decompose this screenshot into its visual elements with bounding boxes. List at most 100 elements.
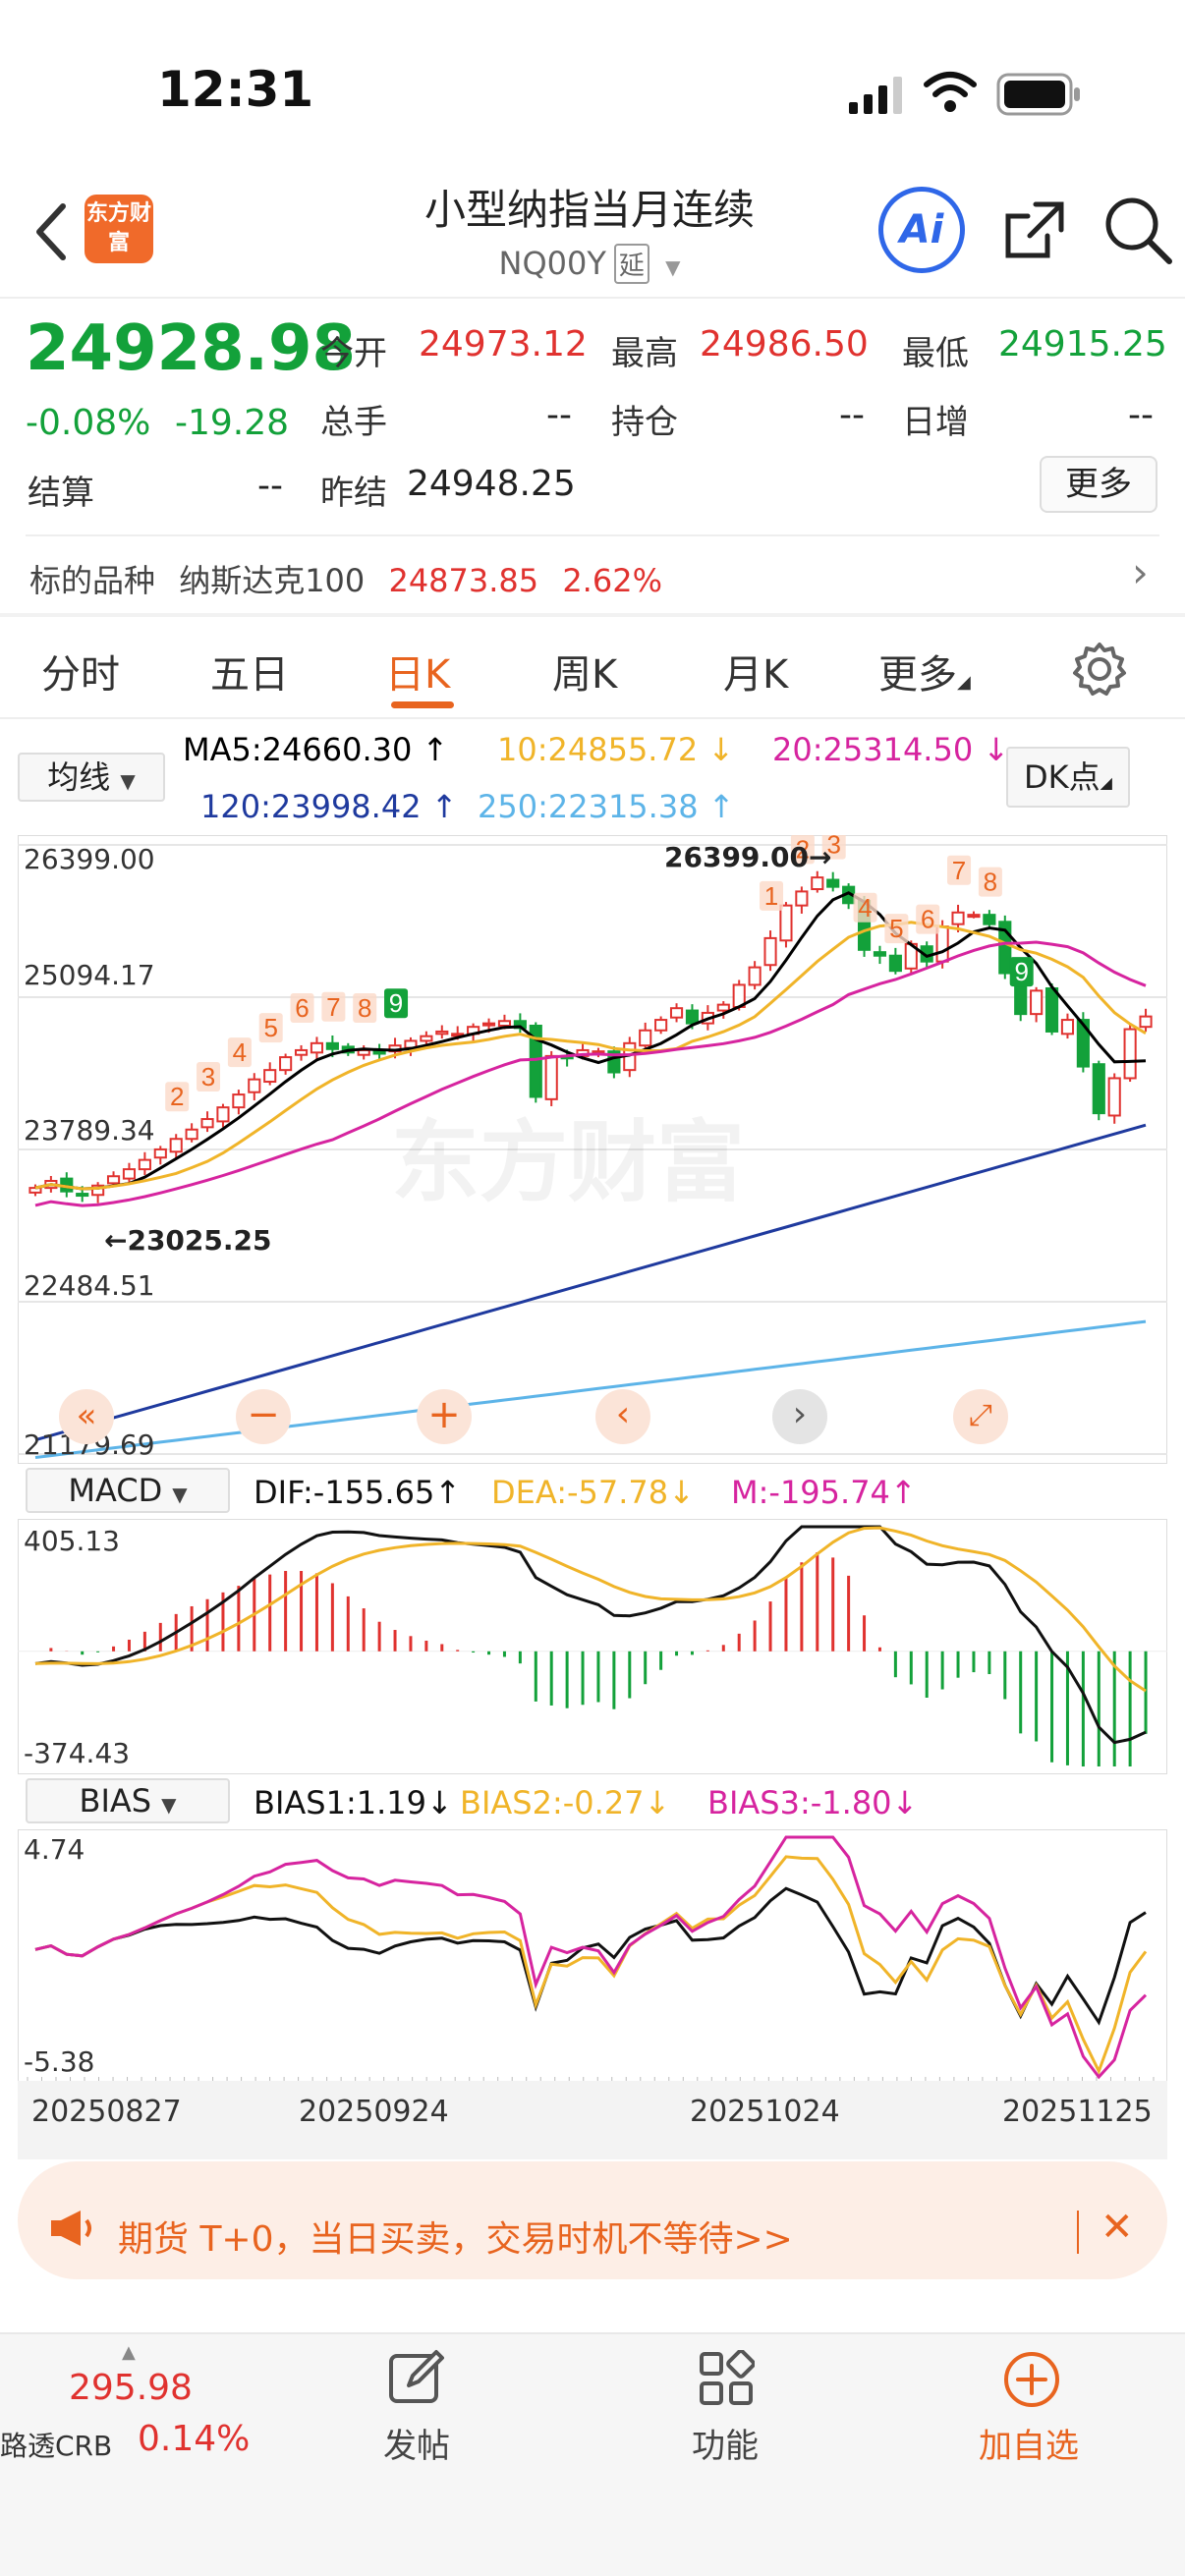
add-watchlist-label[interactable]: 加自选	[979, 2419, 1079, 2467]
ma10-value: 10:24855.72 ↓	[497, 731, 735, 768]
td-sequence-label: 5	[889, 914, 903, 943]
bias1: BIAS1:1.19↓	[254, 1784, 453, 1821]
settle-value: --	[257, 466, 283, 506]
candle-body	[279, 1056, 293, 1072]
tab-weekly-k[interactable]: 周K	[552, 643, 617, 700]
macd-ymax: 405.13	[24, 1525, 120, 1557]
scroll-left-button[interactable]: ‹	[595, 1389, 650, 1444]
candle-body	[200, 1118, 214, 1129]
td-sequence-label: 3	[201, 1062, 215, 1092]
function-button[interactable]	[698, 2349, 756, 2407]
macd-select[interactable]: MACD ▼	[26, 1468, 230, 1513]
fullscreen-button[interactable]: ⤢	[953, 1389, 1008, 1444]
post-label[interactable]: 发帖	[383, 2419, 450, 2467]
candle-body	[1030, 989, 1044, 1016]
candle-body	[716, 1003, 730, 1012]
ma10-text: 10:24855.72	[497, 731, 699, 768]
post-button[interactable]	[385, 2348, 446, 2409]
search-icon	[1105, 197, 1172, 264]
td-sequence-label: 8	[358, 993, 371, 1023]
candle-body	[669, 1007, 684, 1019]
td-sequence-label: 8	[984, 868, 997, 897]
high-label: 最高	[611, 334, 678, 373]
prev-settle-label: 昨结	[320, 474, 387, 513]
candle-body	[481, 1022, 496, 1027]
candle-body	[294, 1048, 309, 1056]
grid-icon	[700, 2349, 756, 2405]
underlying-row[interactable]: 标的品种 纳斯达克100 24873.85 2.62%	[29, 556, 662, 601]
open-label: 今开	[320, 334, 387, 373]
more-button[interactable]: 更多	[1040, 456, 1157, 513]
macd-chart[interactable]	[18, 1519, 1167, 1774]
function-label[interactable]: 功能	[692, 2419, 759, 2467]
candle-body	[357, 1048, 370, 1056]
volume-label: 总手	[320, 403, 387, 442]
dk-point-toggle[interactable]: DK点◢	[1006, 747, 1130, 808]
zoom-out-button[interactable]: −	[236, 1389, 291, 1444]
bias3-text: BIAS3:-1.80	[707, 1784, 892, 1821]
tab-more[interactable]: 更多◢	[878, 643, 971, 700]
edit-icon	[389, 2350, 444, 2403]
period-high-annotation: 26399.00→	[664, 841, 832, 873]
x-axis-band	[18, 2081, 1167, 2159]
bias-ymin: -5.38	[24, 2045, 95, 2078]
settle-label: 结算	[28, 474, 94, 513]
candle-body	[310, 1041, 324, 1054]
settings-button[interactable]	[1071, 641, 1128, 698]
tab-daily-k[interactable]: 日K	[385, 643, 450, 700]
td-sequence-label: 9	[1014, 957, 1028, 986]
macd-m-text: M:-195.74	[731, 1474, 890, 1511]
scroll-start-button[interactable]: «	[59, 1389, 114, 1444]
tab-five-day[interactable]: 五日	[210, 643, 289, 700]
ticker-price[interactable]: 295.98	[69, 2368, 193, 2408]
contract-selector[interactable]: NQ00Y 延 ▼	[295, 244, 884, 284]
search-button[interactable]	[1100, 193, 1175, 267]
ma-select[interactable]: 均线 ▼	[18, 753, 165, 802]
y-axis-label-4: 22484.51	[24, 1269, 155, 1302]
delay-tag: 延	[613, 244, 649, 284]
candle-body	[983, 914, 996, 925]
add-watchlist-button[interactable]	[1002, 2350, 1061, 2409]
share-button[interactable]	[1000, 196, 1069, 265]
plus-circle-icon	[1004, 2352, 1059, 2407]
ticker-name[interactable]: 路透CRB	[0, 2425, 112, 2464]
candle-body	[795, 890, 809, 907]
period-low-annotation: ←23025.25	[104, 1224, 272, 1257]
ticker-pct[interactable]: 0.14%	[138, 2419, 250, 2459]
ma20-text: 20:25314.50	[772, 731, 974, 768]
ma120-value: 120:23998.42 ↑	[200, 788, 458, 825]
x-axis-label: 20251024	[690, 2095, 840, 2129]
promo-text: 期货 T+0，当日买卖，交易时机不等待>>	[118, 2219, 793, 2260]
tab-monthly-k[interactable]: 月K	[723, 643, 788, 700]
y-axis-label-2: 25094.17	[24, 959, 155, 991]
open-interest-label: 持仓	[611, 403, 678, 442]
candle-body	[1044, 986, 1059, 1033]
bias-chart[interactable]	[18, 1829, 1167, 2085]
promo-divider	[1077, 2211, 1079, 2254]
prev-settle-value: 24948.25	[407, 464, 576, 504]
daily-increase-label: 日增	[902, 403, 969, 442]
candle-body	[951, 911, 965, 925]
x-axis-label: 20250827	[31, 2095, 182, 2129]
ai-button[interactable]: Ai	[878, 187, 965, 273]
caret-down-icon: ▼	[665, 255, 681, 279]
candle-body	[232, 1093, 246, 1109]
candle-body	[685, 1009, 700, 1025]
tab-intraday[interactable]: 分时	[41, 643, 120, 700]
chevron-right-icon[interactable]: ›	[1132, 548, 1149, 596]
underlying-name: 纳斯达克100	[179, 562, 366, 599]
scroll-right-button[interactable]: ›	[772, 1389, 827, 1444]
close-icon[interactable]: ✕	[1100, 2205, 1134, 2250]
caret-icon: ◢	[957, 672, 971, 693]
zoom-in-button[interactable]: +	[417, 1389, 472, 1444]
back-button[interactable]	[24, 193, 83, 271]
td-sequence-label: 1	[764, 881, 778, 911]
candle-body	[248, 1078, 261, 1093]
candle-body	[263, 1069, 277, 1084]
candle-body	[435, 1030, 449, 1036]
bias-select[interactable]: BIAS ▼	[26, 1778, 230, 1823]
collapse-up-icon[interactable]: ▲	[122, 2342, 136, 2363]
macd-dif: DIF:-155.65↑	[254, 1474, 462, 1511]
bias2-line	[34, 1855, 1148, 2076]
ma5-value: MA5:24660.30 ↑	[183, 731, 449, 768]
